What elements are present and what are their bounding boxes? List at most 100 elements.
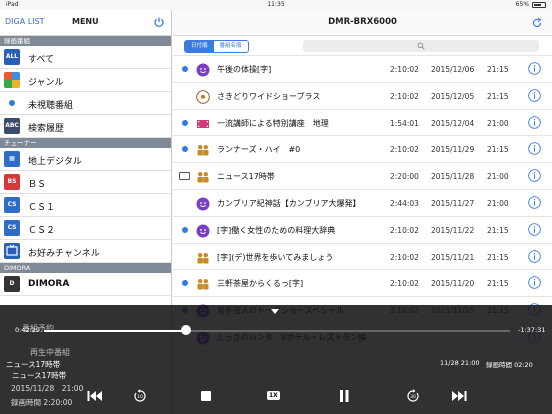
sidebar-item-label: 未視聴番組: [28, 101, 74, 111]
sidebar-item-label: ＣＳ２: [28, 226, 56, 236]
skip-to-end-icon[interactable]: [451, 389, 467, 403]
dimora-icon: D: [4, 276, 20, 292]
recording-date: 2015/11/21: [431, 252, 475, 262]
refresh-icon[interactable]: [531, 17, 543, 29]
skip-forward-30-icon[interactable]: 30: [406, 389, 420, 403]
recording-duration: 2:44:03: [390, 198, 419, 208]
soccer-ball-genre-icon: [196, 89, 210, 104]
genre-icon: [4, 72, 20, 88]
recording-date: 2015/11/20: [431, 279, 475, 289]
sidebar-item-label: ＢＳ: [28, 180, 47, 190]
stop-icon[interactable]: [199, 389, 213, 403]
now-playing-date-short: 11/28 21:00: [440, 359, 480, 367]
info-icon[interactable]: [528, 62, 541, 75]
seek-bar[interactable]: [44, 330, 510, 332]
recording-duration: 1:54:01: [390, 118, 419, 128]
recording-title: [字]働く女性のための料理大辞典: [217, 225, 336, 235]
bs-icon: BS: [4, 174, 20, 190]
info-icon[interactable]: [528, 115, 541, 129]
recording-row[interactable]: 三軒茶屋からくるっ[字] 2:10:02 2015/11/20 21:15: [173, 270, 552, 298]
recording-duration: 2:10:02: [390, 252, 419, 262]
recording-row[interactable]: 午後の体操[字] 2:10:02 2015/12/06 21:15: [173, 56, 552, 83]
info-icon[interactable]: [528, 89, 541, 102]
sidebar-item-label: DIMORA: [28, 279, 70, 289]
search-icon: [417, 42, 425, 50]
unwatched-dot-icon: [182, 119, 188, 126]
cs1-icon: CS: [4, 197, 20, 213]
battery-icon: [532, 2, 546, 8]
recording-time: 21:15: [487, 279, 509, 289]
recording-date: 2015/12/06: [431, 65, 475, 74]
pause-icon[interactable]: [337, 389, 351, 403]
recording-row[interactable]: [字](デ)世界を歩いてみましょう 2:10:02 2015/11/21 21:15: [173, 244, 552, 271]
purple-face-genre-icon: [196, 196, 210, 211]
tab-sort-by-title[interactable]: 番組名順: [213, 41, 248, 52]
recording-duration: 2:10:02: [390, 91, 419, 101]
recording-time: 21:15: [487, 252, 509, 262]
skip-back-10-icon[interactable]: 10: [133, 389, 147, 403]
now-playing-title: ニュース17時帯: [6, 360, 61, 369]
film-genre-icon: [196, 116, 210, 130]
tab-sort-by-date[interactable]: 日付順: [185, 41, 214, 52]
speed-toggle[interactable]: 1X: [267, 391, 280, 400]
people-genre-icon: [196, 142, 210, 156]
recording-time: 21:15: [487, 91, 509, 101]
sidebar-item-favorite[interactable]: お好みチャンネル: [0, 240, 171, 263]
sidebar-item-genre[interactable]: ジャンル: [0, 69, 171, 92]
info-icon[interactable]: [528, 142, 541, 156]
recording-row[interactable]: さきどりワイドショープラス 2:10:02 2015/12/05 21:15: [173, 83, 552, 110]
info-icon[interactable]: [528, 249, 541, 263]
recording-date: 2015/11/28: [431, 172, 475, 182]
recording-row[interactable]: ランナーズ・ハイ #0 2:10:02 2015/11/29 21:15: [173, 136, 552, 164]
sidebar-item-label: ＣＳ１: [28, 203, 56, 213]
info-icon[interactable]: [528, 223, 541, 236]
sidebar-item-cs2[interactable]: CS ＣＳ２: [0, 217, 171, 240]
seek-thumb[interactable]: [181, 325, 192, 335]
people-genre-icon: [196, 276, 210, 290]
sidebar-item-terrestrial[interactable]: ▦ 地上デジタル: [0, 148, 171, 171]
info-icon[interactable]: [528, 276, 541, 290]
menu-title: MENU: [72, 17, 99, 26]
app-brand: DIGA LIST: [5, 17, 45, 26]
recording-row[interactable]: ニュース17時帯 2:20:00 2015/11/28 21:00: [173, 163, 552, 190]
collapse-chevron-icon[interactable]: [270, 308, 280, 315]
recording-duration: 2:10:02: [390, 225, 419, 235]
sidebar-item-all[interactable]: ALL すべて: [0, 46, 171, 69]
seek-bar-progress: [44, 330, 187, 332]
status-bar: iPad 11:35 65%: [0, 0, 552, 10]
recording-duration: 2:10:02: [390, 279, 419, 289]
sidebar-item-search-history[interactable]: ABC 検索履歴: [0, 115, 171, 138]
sidebar-item-dimora[interactable]: D DIMORA: [0, 273, 171, 296]
recording-date: 2015/12/04: [431, 118, 475, 128]
power-icon[interactable]: [153, 16, 165, 28]
search-input[interactable]: [303, 40, 539, 52]
unwatched-dot-icon: [182, 280, 188, 287]
sidebar-item-cs1[interactable]: CS ＣＳ１: [0, 194, 171, 217]
sidebar-item-label: 検索履歴: [28, 124, 65, 134]
recording-date: 2015/12/05: [431, 91, 475, 101]
recording-row[interactable]: 一流講師による特別講座 地理 1:54:01 2015/12/04 21:00: [173, 110, 552, 137]
sidebar-header: DIGA LIST MENU: [0, 10, 171, 36]
battery-level: [534, 4, 541, 6]
recording-row[interactable]: カンブリア紀神話【カンブリア大爆発】 2:44:03 2015/11/27 21:00: [173, 190, 552, 217]
recording-title: [字](デ)世界を歩いてみましょう: [217, 252, 334, 262]
section-dimora: DIMORA: [0, 263, 171, 273]
sidebar-item-bs[interactable]: BS ＢＳ: [0, 171, 171, 194]
unwatched-dot-icon: [9, 100, 15, 106]
purple-face-genre-icon: [196, 62, 210, 77]
unwatched-dot-icon: [182, 66, 188, 72]
battery-percent: 65%: [515, 1, 529, 8]
info-icon[interactable]: [528, 169, 541, 182]
now-playing-date: 2015/11/28 21:00: [11, 384, 84, 393]
skip-to-start-icon[interactable]: [87, 389, 103, 403]
playback-overlay: 番組予約 再生中番組 0:42:29 -1:37:31 ニュース17時帯 ニュー…: [0, 305, 552, 414]
skip-forward-seconds: 30: [410, 394, 416, 400]
now-playing-recording-short: 録画時間 02:20: [486, 361, 533, 369]
main-header: DMR-BRX6000: [173, 10, 552, 36]
now-playing-subtitle: ニュース17時帯: [12, 371, 67, 380]
recording-row[interactable]: [字]働く女性のための料理大辞典 2:10:02 2015/11/22 21:15: [173, 217, 552, 244]
skip-back-seconds: 10: [137, 394, 143, 400]
clock: 11:35: [267, 1, 285, 8]
info-icon[interactable]: [528, 196, 541, 209]
sidebar-item-unwatched[interactable]: 未視聴番組: [0, 92, 171, 115]
